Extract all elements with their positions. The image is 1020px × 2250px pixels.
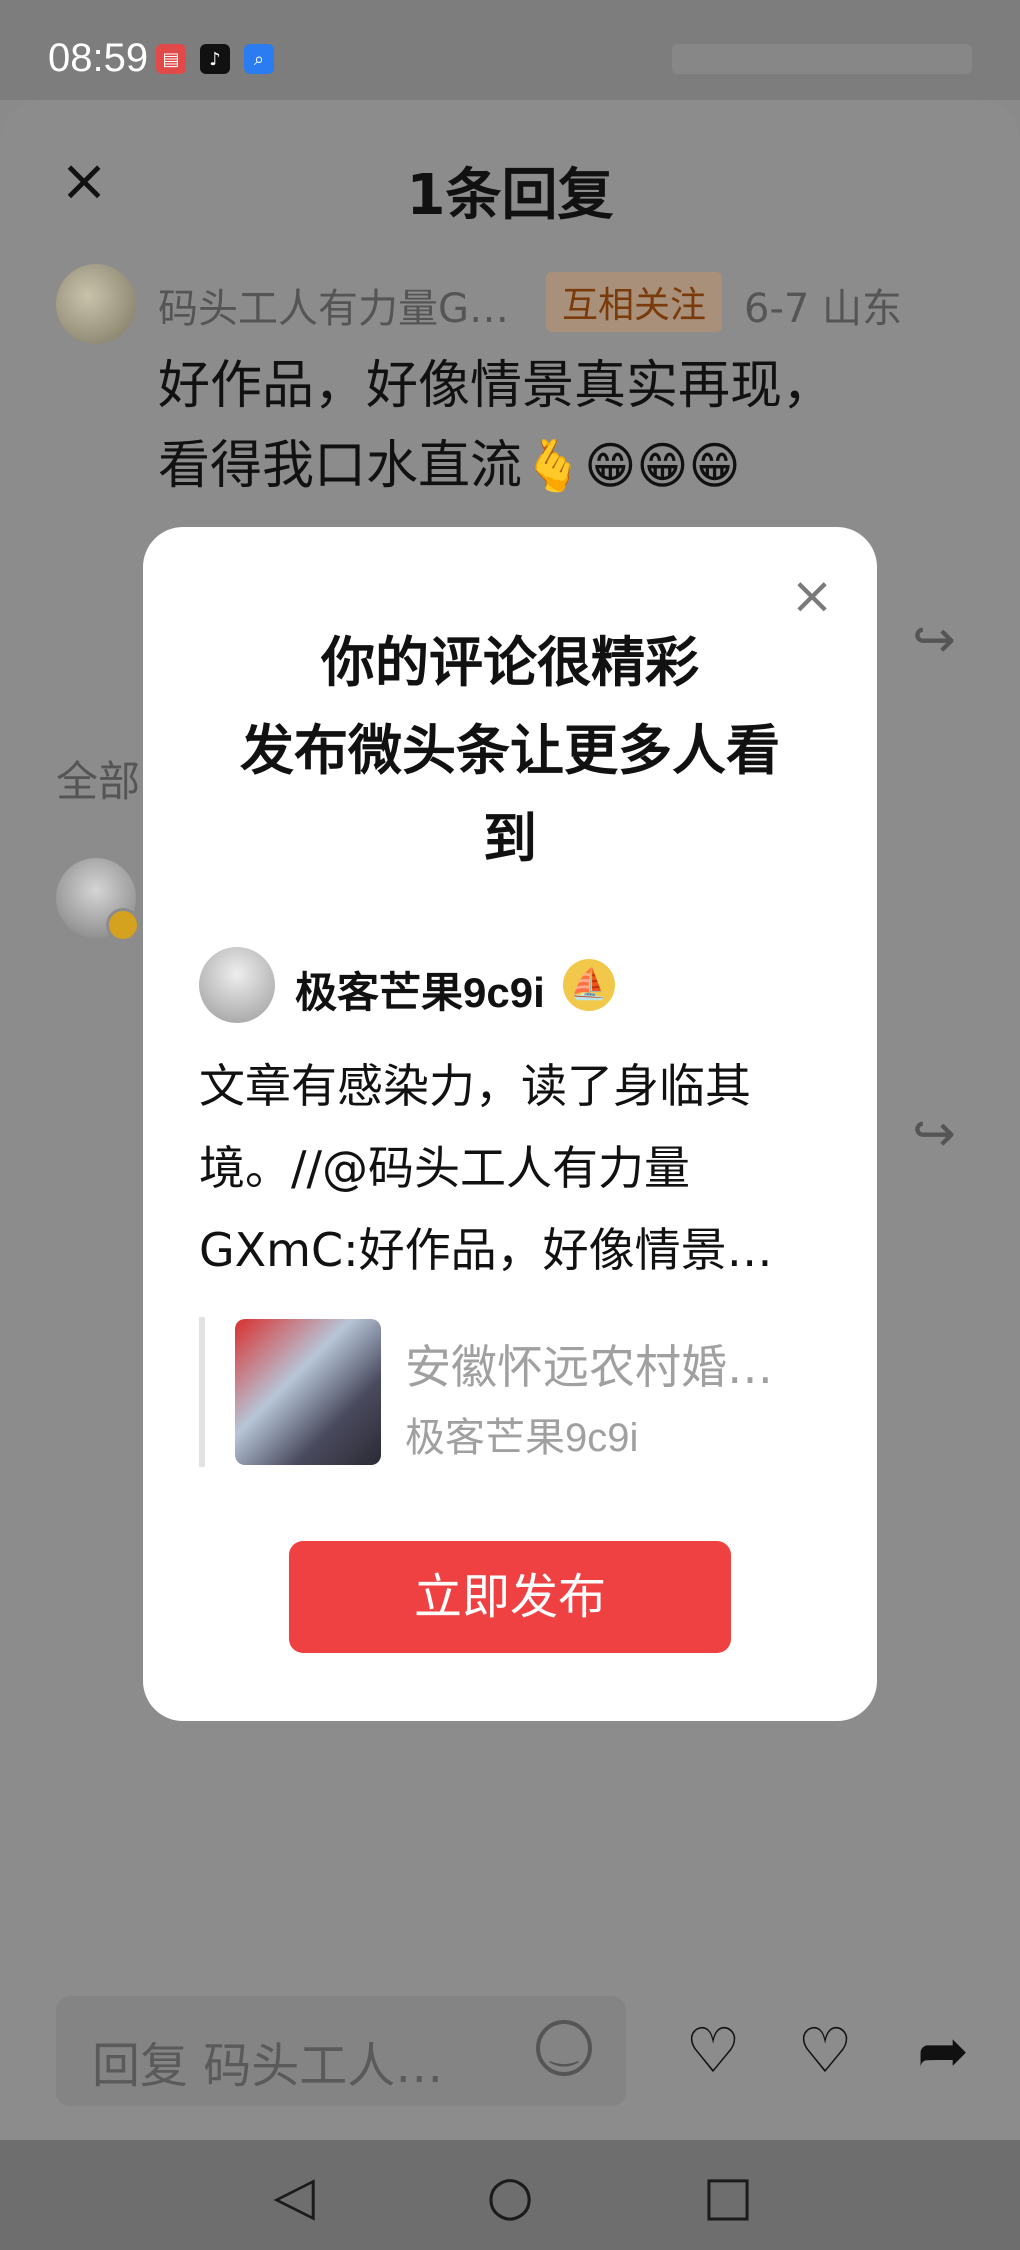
share-icon[interactable]: ↪ (904, 1104, 964, 1164)
smile-icon[interactable]: ‿ (536, 2020, 592, 2076)
publish-button[interactable]: 立即发布 (289, 1541, 731, 1653)
dislike-icon[interactable]: ♡ (790, 2016, 860, 2086)
author-name: 极客芒果9c9i (295, 969, 545, 1016)
emoji-group: 🫰😁😁😁 (522, 437, 741, 495)
reply-placeholder: 回复 码头工人… (92, 2038, 444, 2094)
avatar (199, 947, 275, 1023)
mutual-follow-badge: 互相关注 (546, 272, 723, 332)
page-title: 1条回复 (406, 163, 614, 228)
back-nav-icon[interactable]: ◁ (264, 2166, 324, 2226)
tiktok-icon: ♪ (200, 44, 230, 74)
share-icon[interactable]: ↪ (904, 610, 964, 670)
verified-badge-icon: ⛵ (563, 959, 615, 1011)
search-app-icon: ⌕ (244, 44, 274, 74)
forward-icon[interactable]: ➦ (908, 2016, 978, 2086)
like-icon[interactable]: ♡ (678, 2016, 748, 2086)
home-nav-icon[interactable]: ○ (480, 2166, 540, 2226)
dialog-title-line1: 你的评论很精彩 (321, 631, 699, 694)
publish-dialog: × 你的评论很精彩 发布微头条让更多人看 到 极客芒果9c9i ⛵ 文章有感染力… (143, 527, 877, 1721)
comment-meta: 6-7 山东 (744, 286, 903, 332)
navigation-bar: ◁ ○ □ (0, 2140, 1020, 2250)
quoted-article[interactable]: 安徽怀远农村婚… 极客芒果9c9i (199, 1317, 821, 1467)
comment-username[interactable]: 码头工人有力量G… (158, 276, 509, 334)
avatar[interactable] (56, 264, 136, 344)
verified-badge-icon (106, 908, 140, 942)
article-thumbnail (235, 1319, 381, 1465)
repost-text: 文章有感染力，读了身临其境。//@码头工人有力量GXmC:好作品，好像情景… (199, 1059, 773, 1277)
article-author: 极客芒果9c9i (405, 1416, 639, 1460)
comment-text-line2: 看得我口水直流 (158, 436, 523, 496)
reply-input[interactable]: 回复 码头工人… ‿ (56, 1996, 626, 2106)
comment-text: 好作品，好像情景真实再现， 看得我口水直流🫰😁😁😁 (158, 346, 918, 506)
close-icon[interactable]: × (787, 570, 837, 622)
avatar[interactable] (56, 858, 140, 942)
dialog-title-line3: 到 (483, 807, 537, 870)
dialog-title-line2: 发布微头条让更多人看 (240, 719, 780, 782)
news-app-icon: ▤ (156, 44, 186, 74)
system-icons (672, 44, 972, 74)
comment-text-line1: 好作品，好像情景真实再现， (158, 356, 835, 416)
dialog-title: 你的评论很精彩 发布微头条让更多人看 到 (183, 619, 837, 883)
status-time: 08:59 (48, 36, 149, 80)
recents-nav-icon[interactable]: □ (698, 2166, 758, 2226)
article-title: 安徽怀远农村婚… (405, 1340, 773, 1394)
all-replies-label: 全部 (56, 757, 141, 806)
status-bar: 08:59 ▤ ♪ ⌕ (0, 0, 1020, 100)
